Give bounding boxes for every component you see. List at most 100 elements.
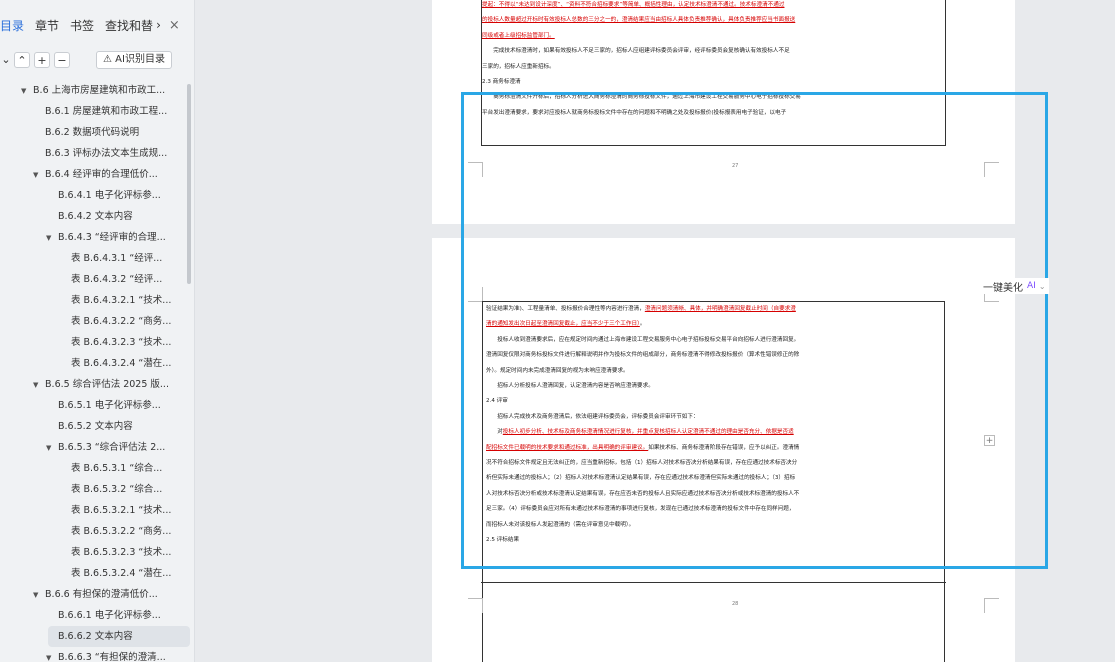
toc-item-label: B.6.4.2 文本内容 (58, 211, 133, 222)
toc-item-label: B.6.6.3 “有担保的澄清... (58, 652, 166, 662)
ai-toc-button[interactable]: ⚠︎ AI识别目录 (96, 51, 172, 69)
selection-rectangle (461, 92, 1048, 569)
toc-item-label: 表 B.6.5.3.2.3 “技术... (71, 547, 172, 558)
toc-item[interactable]: 表 B.6.4.3.1 “经评... (0, 248, 186, 269)
body-text: 完成技术标澄清时，如果有效投标人不足三家的，招标人应组建评标委员会评审，经评标委… (482, 48, 790, 55)
text-line: 的投标人数量超过开标时有效投标人总数的三分之一的，澄清结果应当由招标人具体负责推… (482, 13, 945, 28)
toc-item-label: 表 B.6.4.3.2.1 “技术... (71, 295, 172, 306)
sidebar-scrollbar[interactable] (187, 84, 191, 284)
toc-item[interactable]: 表 B.6.5.3.2.2 “商务... (0, 521, 186, 542)
toc-item[interactable]: ▼ B.6 上海市房屋建筑和市政工... (0, 80, 186, 101)
toc-item-label: B.6.5.3 “综合评估法 2... (58, 442, 166, 453)
ai-badge: AI (1027, 281, 1036, 291)
ai-toc-label: AI识别目录 (115, 54, 165, 65)
toc-item-label: 表 B.6.5.3.2.1 “技术... (71, 505, 172, 516)
toc-item[interactable]: B.6.6.2 文本内容 (48, 626, 190, 647)
toc-item[interactable]: B.6.2 数据项代码说明 (0, 122, 186, 143)
toc-item-label: 表 B.6.5.3.2.2 “商务... (71, 526, 172, 537)
toc-item-label: B.6.2 数据项代码说明 (45, 127, 140, 138)
toc-item[interactable]: B.6.4.2 文本内容 (0, 206, 186, 227)
move-up-button[interactable]: ⌃ (14, 52, 30, 68)
toc-item[interactable]: B.6.6.1 电子化评标参... (0, 605, 186, 626)
toc-item[interactable]: ▼ B.6.4.3 “经评审的合理... (0, 227, 186, 248)
toc-item[interactable]: B.6.3 评标办法文本生成规... (0, 143, 186, 164)
highlighted-text: 的投标人数量超过开标时有效投标人总数的三分之一的，澄清结果应当由招标人具体负责推… (482, 17, 796, 24)
toc-item-label: B.6.6.1 电子化评标参... (58, 610, 161, 621)
expand-arrow-icon[interactable]: ▼ (33, 585, 42, 605)
tab-chapter[interactable]: 章节 (35, 17, 59, 34)
remove-heading-button[interactable]: − (54, 52, 70, 68)
toc-item[interactable]: B.6.5.2 文本内容 (0, 416, 186, 437)
toc-item-label: 表 B.6.4.3.1 “经评... (71, 253, 163, 264)
body-text: 2.3 商务标澄清 (482, 79, 521, 86)
toc-item[interactable]: ▼ B.6.5.3 “综合评估法 2... (0, 437, 186, 458)
toc-item-label: B.6.6 有担保的澄清低价... (45, 589, 158, 600)
expand-arrow-icon[interactable]: ▼ (46, 438, 55, 458)
toc-item[interactable]: 表 B.6.5.3.2 “综合... (0, 479, 186, 500)
toc-item[interactable]: B.6.1 房屋建筑和市政工程... (0, 101, 186, 122)
collapse-level-button[interactable]: ⌄ (0, 52, 12, 68)
text-line: 2.3 商务标澄清 (482, 75, 945, 90)
toc-item-label: 表 B.6.5.3.1 “综合... (71, 463, 163, 474)
toc-item-label: 表 B.6.4.3.2.4 “潜在... (71, 358, 172, 369)
highlighted-text: 提起：不得以“未达到设计深度”、“资料不符合招标要求”等简单、概括性理由，认定技… (482, 2, 785, 8)
chevron-down-icon[interactable]: ⌄ (1039, 282, 1046, 291)
close-icon[interactable]: × (169, 18, 180, 33)
crop-mark (984, 598, 999, 613)
add-heading-button[interactable]: + (34, 52, 50, 68)
one-click-beautify-button[interactable]: 一键美化 AI ⌄ (980, 278, 1049, 294)
page-number: 28 (732, 601, 739, 607)
tabs-more-icon[interactable]: › (156, 18, 161, 32)
toc-item[interactable]: 表 B.6.5.3.2.1 “技术... (0, 500, 186, 521)
body-text: 三家的，招标人应重新招标。 (482, 63, 555, 70)
expand-arrow-icon[interactable]: ▼ (21, 81, 30, 101)
toc-item-label: B.6.6.2 文本内容 (58, 631, 133, 642)
sidebar-tabs: 目录 章节 书签 查找和替 › × (0, 14, 180, 36)
toc-item-label: 表 B.6.5.3.2.4 “潜在... (71, 568, 172, 579)
toc-item[interactable]: ▼ B.6.5 综合评估法 2025 版... (0, 374, 186, 395)
crop-mark (468, 598, 483, 613)
toc-item[interactable]: ▼ B.6.6 有担保的澄清低价... (0, 584, 186, 605)
toc-item-label: B.6.4.3 “经评审的合理... (58, 232, 166, 243)
beautify-label: 一键美化 (983, 282, 1023, 294)
toc-item[interactable]: 表 B.6.5.3.1 “综合... (0, 458, 186, 479)
toc-item-label: B.6.4.1 电子化评标参... (58, 190, 161, 201)
expand-arrow-icon[interactable]: ▼ (46, 648, 55, 662)
tab-find-replace[interactable]: 查找和替 (105, 17, 153, 34)
tab-toc[interactable]: 目录 (0, 17, 24, 34)
toc-item[interactable]: 表 B.6.5.3.2.4 “潜在... (0, 563, 186, 584)
text-line: 提起：不得以“未达到设计深度”、“资料不符合招标要求”等简单、概括性理由，认定技… (482, 0, 945, 13)
toc-item[interactable]: 表 B.6.5.3.2.3 “技术... (0, 542, 186, 563)
highlighted-text: 同级或者上级招标监管部门。 (482, 32, 555, 39)
insert-plus-button[interactable]: + (984, 435, 995, 446)
toc-item-label: B.6.5 综合评估法 2025 版... (45, 379, 169, 390)
toc-item[interactable]: 表 B.6.4.3.2.3 “技术... (0, 332, 186, 353)
toc-item[interactable]: ▼ B.6.6.3 “有担保的澄清... (0, 647, 186, 662)
toc-item-label: 表 B.6.4.3.2 “经评... (71, 274, 163, 285)
toc-item-label: 表 B.6.4.3.2.3 “技术... (71, 337, 172, 348)
toc-item-label: 表 B.6.4.3.2.2 “商务... (71, 316, 172, 327)
toc-item[interactable]: 表 B.6.4.3.2.4 “潜在... (0, 353, 186, 374)
toc-item-label: B.6.4 经评审的合理低价... (45, 169, 158, 180)
text-line: 同级或者上级招标监管部门。 (482, 29, 945, 44)
toc-item[interactable]: 表 B.6.4.3.2 “经评... (0, 269, 186, 290)
text-line: 完成技术标澄清时，如果有效投标人不足三家的，招标人应组建评标委员会评审，经评标委… (482, 44, 945, 59)
toc-item[interactable]: 表 B.6.4.3.2.1 “技术... (0, 290, 186, 311)
toc-item-label: 表 B.6.5.3.2 “综合... (71, 484, 163, 495)
expand-arrow-icon[interactable]: ▼ (33, 165, 42, 185)
expand-arrow-icon[interactable]: ▼ (46, 228, 55, 248)
toc-sidebar: 目录 章节 书签 查找和替 › × ⌄ ⌃ + − ⚠︎ AI识别目录 ▼ B.… (0, 0, 195, 662)
tab-bookmark[interactable]: 书签 (70, 17, 94, 34)
toc-item-label: B.6.5.2 文本内容 (58, 421, 133, 432)
toc-item-label: B.6.1 房屋建筑和市政工程... (45, 106, 168, 117)
toc-item[interactable]: ▼ B.6.4 经评审的合理低价... (0, 164, 186, 185)
toc-controls: ⌄ ⌃ + − ⚠︎ AI识别目录 (0, 51, 172, 69)
expand-arrow-icon[interactable]: ▼ (33, 375, 42, 395)
ai-toc-icon: ⚠︎ (103, 54, 116, 65)
toc-item[interactable]: B.6.4.1 电子化评标参... (0, 185, 186, 206)
toc-item-label: B.6.3 评标办法文本生成规... (45, 148, 168, 159)
toc-item[interactable]: 表 B.6.4.3.2.2 “商务... (0, 311, 186, 332)
toc-list: ▼ B.6 上海市房屋建筑和市政工... B.6.1 房屋建筑和市政工程... B.… (0, 80, 190, 662)
toc-item-label: B.6 上海市房屋建筑和市政工... (33, 85, 166, 96)
toc-item[interactable]: B.6.5.1 电子化评标参... (0, 395, 186, 416)
